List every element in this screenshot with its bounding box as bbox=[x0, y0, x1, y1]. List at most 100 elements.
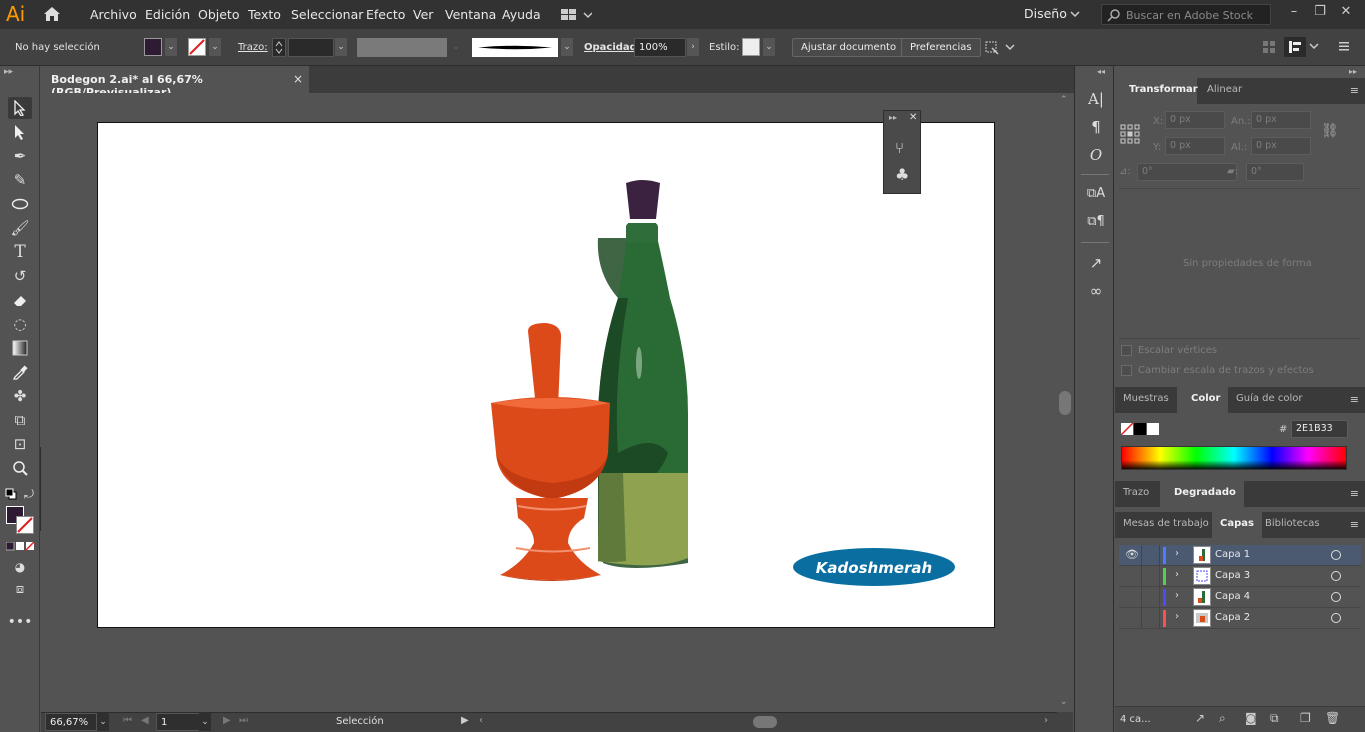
collapse-toolbar-icon[interactable]: ▸▸ bbox=[4, 67, 13, 77]
panel-menu-icon[interactable]: ≡ bbox=[1350, 393, 1359, 406]
next-artboard-icon[interactable]: ▶ bbox=[223, 715, 231, 726]
width-input[interactable]: 0 px bbox=[1251, 111, 1311, 129]
tab-capas[interactable]: Capas bbox=[1212, 512, 1262, 538]
constrain-proportions-icon[interactable]: ⛓ bbox=[1321, 123, 1339, 139]
target-layer-icon[interactable] bbox=[1331, 550, 1341, 560]
tab-guia-de-color[interactable]: Guía de color bbox=[1228, 387, 1310, 413]
more-tools-icon[interactable]: ••• bbox=[8, 611, 33, 633]
tab-bibliotecas[interactable]: Bibliotecas bbox=[1257, 512, 1328, 538]
select-similar-icon[interactable] bbox=[984, 39, 1016, 55]
stroke-weight-dropdown[interactable]: ⌄ bbox=[335, 38, 347, 56]
preferences-button[interactable]: Preferencias bbox=[901, 38, 981, 57]
panel-menu-icon[interactable]: ≡ bbox=[1350, 84, 1359, 97]
direct-selection-tool-icon[interactable] bbox=[8, 121, 32, 143]
home-icon[interactable] bbox=[42, 5, 62, 23]
document-tab[interactable]: Bodegon 2.ai* al 66,67% (RGB/Previsualiz… bbox=[41, 66, 309, 99]
paragraph-styles-icon[interactable]: ⧉¶ bbox=[1085, 214, 1107, 236]
stroke-color-box[interactable] bbox=[16, 516, 34, 534]
fit-document-button[interactable]: Ajustar documento bbox=[792, 38, 906, 57]
stroke-dropdown[interactable]: ⌄ bbox=[209, 38, 221, 56]
layer-name[interactable]: Capa 2 bbox=[1215, 612, 1250, 623]
close-document-icon[interactable]: × bbox=[293, 72, 303, 86]
brush-dropdown[interactable]: ⌄ bbox=[561, 38, 573, 56]
new-sublayer-icon[interactable]: ⧉ bbox=[1270, 711, 1279, 726]
lasso-tool-icon[interactable]: ◌ bbox=[8, 313, 32, 335]
last-artboard-icon[interactable]: ⏭ bbox=[239, 715, 248, 726]
target-layer-icon[interactable] bbox=[1331, 592, 1341, 602]
links-panel-icon[interactable]: ∞ bbox=[1085, 282, 1107, 304]
fill-dropdown[interactable]: ⌄ bbox=[165, 38, 177, 56]
shear-input[interactable]: 0° bbox=[1246, 163, 1304, 181]
character-styles-icon[interactable]: ⧉A bbox=[1085, 186, 1107, 208]
tab-transformar[interactable]: Transformar bbox=[1115, 78, 1198, 104]
expand-layer-icon[interactable]: › bbox=[1175, 569, 1179, 580]
target-layer-icon[interactable] bbox=[1331, 613, 1341, 623]
target-layer-icon[interactable] bbox=[1331, 571, 1341, 581]
stock-search-input[interactable]: Buscar en Adobe Stock bbox=[1101, 4, 1271, 25]
chevron-down-icon[interactable] bbox=[1309, 43, 1319, 51]
layer-row-capa-2[interactable]: › Capa 2 bbox=[1119, 608, 1361, 629]
tab-degradado[interactable]: Degradado bbox=[1160, 481, 1244, 507]
paintbrush-tool-icon[interactable]: 🖌 bbox=[8, 217, 32, 239]
make-clipping-mask-icon[interactable]: ◙ bbox=[1245, 711, 1257, 725]
layer-name[interactable]: Capa 1 bbox=[1215, 549, 1250, 560]
pen-tool-icon[interactable]: ✒ bbox=[8, 145, 32, 167]
collapse-strip-icon[interactable]: ◂◂ bbox=[1097, 67, 1105, 76]
menu-objeto[interactable]: Objeto bbox=[198, 7, 240, 22]
tab-color[interactable]: Color bbox=[1177, 387, 1229, 413]
variable-width-profile[interactable] bbox=[357, 38, 447, 57]
properties-panel-icon[interactable] bbox=[1284, 37, 1306, 57]
first-artboard-icon[interactable]: ⏮ bbox=[123, 715, 132, 726]
visibility-eye-icon[interactable]: 👁 bbox=[1125, 548, 1139, 561]
blend-tool-icon[interactable]: ✤ bbox=[8, 385, 32, 407]
height-input[interactable]: 0 px bbox=[1251, 137, 1311, 155]
paragraph-panel-icon[interactable]: ¶ bbox=[1085, 118, 1107, 140]
tab-alinear[interactable]: Alinear bbox=[1199, 78, 1250, 104]
close-window-button[interactable]: ✕ bbox=[1336, 4, 1356, 22]
collect-export-icon[interactable]: ↗ bbox=[1195, 711, 1205, 725]
default-colors-icon[interactable] bbox=[5, 488, 17, 500]
gradient-tool-icon[interactable] bbox=[8, 337, 32, 359]
hex-input[interactable]: 2E1B33 bbox=[1291, 420, 1348, 438]
workspace-switcher[interactable]: Diseño bbox=[1024, 6, 1067, 21]
collapse-dock-icon[interactable]: ▸▸ bbox=[1349, 67, 1357, 76]
new-layer-icon[interactable]: ❐ bbox=[1300, 711, 1311, 725]
scroll-down-icon[interactable]: ⌄ bbox=[1060, 697, 1068, 707]
scroll-up-icon[interactable]: ⌃ bbox=[1060, 95, 1068, 105]
curvature-tool-icon[interactable]: ✎ bbox=[8, 169, 32, 191]
reference-point-icon[interactable] bbox=[1120, 124, 1140, 144]
shape-builder-tool-icon[interactable]: ⧉ bbox=[8, 409, 32, 431]
minimize-button[interactable]: – bbox=[1284, 4, 1304, 22]
expand-layer-icon[interactable]: › bbox=[1175, 590, 1179, 601]
scroll-right-icon[interactable]: › bbox=[1044, 715, 1048, 726]
artboard-dropdown[interactable]: ⌄ bbox=[199, 713, 211, 731]
scroll-left-icon[interactable]: ‹ bbox=[479, 715, 483, 726]
zoom-tool-icon[interactable] bbox=[8, 457, 32, 479]
arrange-documents-icon[interactable] bbox=[560, 8, 592, 22]
screen-mode-icon[interactable]: ⧈ bbox=[8, 578, 32, 600]
layer-name[interactable]: Capa 4 bbox=[1215, 591, 1250, 602]
expand-layer-icon[interactable]: › bbox=[1175, 548, 1179, 559]
layer-name[interactable]: Capa 3 bbox=[1215, 570, 1250, 581]
ellipse-tool-icon[interactable] bbox=[8, 193, 32, 215]
artboard-number-input[interactable]: 1 bbox=[156, 713, 200, 731]
layer-row-capa-4[interactable]: › Capa 4 bbox=[1119, 587, 1361, 608]
horizontal-scroll-thumb[interactable] bbox=[753, 716, 777, 728]
none-black-white-swatches[interactable] bbox=[1121, 423, 1159, 435]
layer-row-capa-3[interactable]: › Capa 3 bbox=[1119, 566, 1361, 587]
menu-efecto[interactable]: Efecto bbox=[366, 7, 405, 22]
export-assets-icon[interactable]: ↗ bbox=[1085, 254, 1107, 276]
eraser-tool-icon[interactable] bbox=[8, 289, 32, 311]
menu-texto[interactable]: Texto bbox=[248, 7, 281, 22]
vertical-scroll-thumb[interactable] bbox=[1059, 391, 1071, 415]
menu-ventana[interactable]: Ventana bbox=[445, 7, 496, 22]
menu-ver[interactable]: Ver bbox=[413, 7, 433, 22]
brush-definition[interactable] bbox=[472, 38, 558, 57]
panel-menu-icon[interactable]: ≡ bbox=[1350, 518, 1359, 531]
menu-ayuda[interactable]: Ayuda bbox=[502, 7, 541, 22]
artboard-tool-icon[interactable]: ⊡ bbox=[8, 433, 32, 455]
align-grid-icon[interactable] bbox=[1262, 40, 1276, 54]
swap-colors-icon[interactable]: ⤾ bbox=[24, 487, 34, 502]
type-tool-icon[interactable]: T bbox=[8, 241, 32, 263]
x-input[interactable]: 0 px bbox=[1165, 111, 1225, 129]
